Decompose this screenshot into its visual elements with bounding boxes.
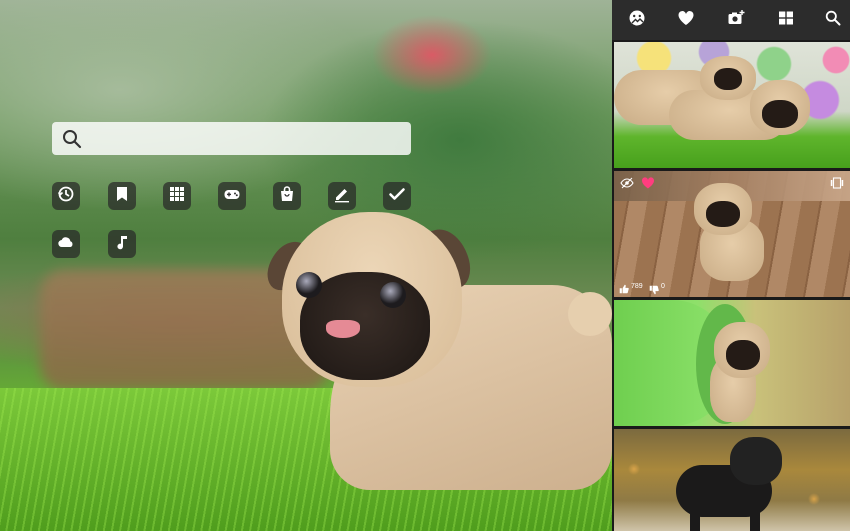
dislikes-count: 0 [661,283,665,290]
wallpaper-sidebar: 789 0 [612,0,850,531]
black-pug-leg-2 [750,509,760,531]
pug-face-small [706,201,740,227]
bookmark-icon [113,185,131,208]
thumbnail-pug-wooden-floor[interactable]: 789 0 [614,171,850,297]
hide-icon[interactable] [620,176,634,190]
music-note-icon [113,233,131,256]
history-icon [57,185,75,208]
likes-count: 789 [631,283,643,290]
thumbnail-black-pug-autumn[interactable] [614,429,850,531]
tiles-icon [777,9,795,32]
thumbs-up-icon[interactable] [619,281,629,294]
notes-button[interactable] [328,182,356,210]
pug-eye-right [380,282,406,308]
games-button[interactable] [218,182,246,210]
sleeping-pug-face [714,68,742,90]
heart-icon [677,9,695,32]
history-button[interactable] [52,182,80,210]
add-photo-icon [727,9,745,32]
apps-grid-icon [168,185,186,208]
tiles-view-button[interactable] [777,11,795,29]
sidebar-search-button[interactable] [824,9,842,32]
background-wallpaper [0,0,612,531]
sidebar-toolbar [612,0,850,40]
search-input[interactable] [90,121,411,156]
mood-image-icon [628,9,646,32]
black-pug-leg [690,509,700,531]
thumbnail-pugs-easter-eggs[interactable] [614,42,850,168]
thumbnail-pug-green-tunnel[interactable] [614,300,850,426]
search-icon [62,129,82,149]
mood-image-button[interactable] [628,9,646,32]
shopping-bag-icon [278,185,296,208]
search-icon [824,9,842,32]
gamepad-icon [223,185,241,208]
pug-face-small [762,100,798,128]
favorites-button[interactable] [677,9,695,32]
pug-tongue [326,320,360,338]
checkmark-icon [388,185,406,208]
todo-button[interactable] [383,182,411,210]
pug-tail [568,292,612,336]
music-button[interactable] [108,230,136,258]
bookmarks-button[interactable] [108,182,136,210]
apps-button[interactable] [163,182,191,210]
edit-icon [333,185,351,208]
search-box[interactable] [52,121,411,156]
weather-button[interactable] [52,230,80,258]
wallpaper-icon[interactable] [830,176,844,190]
pug-face-small [726,340,760,370]
heart-icon[interactable] [641,176,655,190]
thumbs-down-icon[interactable] [649,282,659,295]
black-pug-head [730,437,782,485]
weather-cloud-icon [57,233,75,256]
shopping-button[interactable] [273,182,301,210]
pug-eye-left [296,272,322,298]
add-photo-button[interactable] [727,9,745,32]
